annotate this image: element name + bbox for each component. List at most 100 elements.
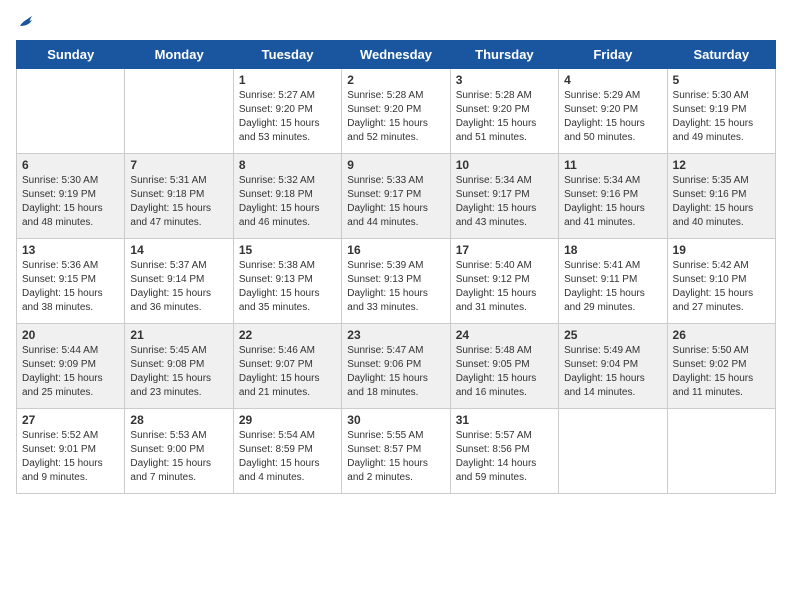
day-info: Sunrise: 5:27 AM Sunset: 9:20 PM Dayligh… <box>239 89 336 145</box>
calendar-day-cell: 26 Sunrise: 5:50 AM Sunset: 9:02 PM Dayli… <box>667 324 775 409</box>
calendar-week-row: 20 Sunrise: 5:44 AM Sunset: 9:09 PM Dayli… <box>17 324 776 409</box>
day-number: 2 <box>347 73 444 87</box>
day-number: 17 <box>456 243 553 257</box>
day-info: Sunrise: 5:47 AM Sunset: 9:06 PM Dayligh… <box>347 344 444 400</box>
calendar-day-cell: 27 Sunrise: 5:52 AM Sunset: 9:01 PM Dayli… <box>17 409 125 494</box>
page-header <box>16 16 776 30</box>
day-number: 28 <box>130 413 227 427</box>
calendar-header-wednesday: Wednesday <box>342 41 450 69</box>
calendar-week-row: 13Sunrise: 5:36 AM Sunset: 9:15 PM Dayli… <box>17 239 776 324</box>
day-number: 19 <box>673 243 770 257</box>
day-info: Sunrise: 5:48 AM Sunset: 9:05 PM Dayligh… <box>456 344 553 400</box>
calendar-day-cell: 15Sunrise: 5:38 AM Sunset: 9:13 PM Dayli… <box>233 239 341 324</box>
day-info: Sunrise: 5:45 AM Sunset: 9:08 PM Dayligh… <box>130 344 227 400</box>
calendar-header-tuesday: Tuesday <box>233 41 341 69</box>
calendar-day-cell: 3 Sunrise: 5:28 AM Sunset: 9:20 PM Daylig… <box>450 69 558 154</box>
day-number: 26 <box>673 328 770 342</box>
day-info: Sunrise: 5:38 AM Sunset: 9:13 PM Dayligh… <box>239 259 336 315</box>
calendar-day-cell: 31Sunrise: 5:57 AM Sunset: 8:56 PM Dayli… <box>450 409 558 494</box>
day-info: Sunrise: 5:39 AM Sunset: 9:13 PM Dayligh… <box>347 259 444 315</box>
calendar-header-saturday: Saturday <box>667 41 775 69</box>
day-info: Sunrise: 5:33 AM Sunset: 9:17 PM Dayligh… <box>347 174 444 230</box>
day-number: 9 <box>347 158 444 172</box>
day-number: 16 <box>347 243 444 257</box>
day-info: Sunrise: 5:35 AM Sunset: 9:16 PM Dayligh… <box>673 174 770 230</box>
calendar-day-cell: 14 Sunrise: 5:37 AM Sunset: 9:14 PM Dayli… <box>125 239 233 324</box>
calendar-day-cell: 29 Sunrise: 5:54 AM Sunset: 8:59 PM Dayli… <box>233 409 341 494</box>
day-number: 29 <box>239 413 336 427</box>
day-info: Sunrise: 5:42 AM Sunset: 9:10 PM Dayligh… <box>673 259 770 315</box>
day-info: Sunrise: 5:41 AM Sunset: 9:11 PM Dayligh… <box>564 259 661 315</box>
day-info: Sunrise: 5:31 AM Sunset: 9:18 PM Dayligh… <box>130 174 227 230</box>
calendar-week-row: 27 Sunrise: 5:52 AM Sunset: 9:01 PM Dayli… <box>17 409 776 494</box>
calendar-day-cell: 11 Sunrise: 5:34 AM Sunset: 9:16 PM Dayli… <box>559 154 667 239</box>
calendar-day-cell: 6 Sunrise: 5:30 AM Sunset: 9:19 PM Daylig… <box>17 154 125 239</box>
calendar-day-cell: 16 Sunrise: 5:39 AM Sunset: 9:13 PM Dayli… <box>342 239 450 324</box>
calendar-day-cell: 4 Sunrise: 5:29 AM Sunset: 9:20 PM Daylig… <box>559 69 667 154</box>
calendar-day-cell: 20 Sunrise: 5:44 AM Sunset: 9:09 PM Dayli… <box>17 324 125 409</box>
day-info: Sunrise: 5:34 AM Sunset: 9:16 PM Dayligh… <box>564 174 661 230</box>
calendar-header-row: SundayMondayTuesdayWednesdayThursdayFrid… <box>17 41 776 69</box>
day-info: Sunrise: 5:29 AM Sunset: 9:20 PM Dayligh… <box>564 89 661 145</box>
logo-bird-icon <box>18 14 36 28</box>
day-info: Sunrise: 5:28 AM Sunset: 9:20 PM Dayligh… <box>456 89 553 145</box>
day-number: 5 <box>673 73 770 87</box>
calendar-day-cell: 7 Sunrise: 5:31 AM Sunset: 9:18 PM Daylig… <box>125 154 233 239</box>
day-number: 14 <box>130 243 227 257</box>
calendar-week-row: 1 Sunrise: 5:27 AM Sunset: 9:20 PM Daylig… <box>17 69 776 154</box>
calendar-day-cell: 22 Sunrise: 5:46 AM Sunset: 9:07 PM Dayli… <box>233 324 341 409</box>
day-number: 18 <box>564 243 661 257</box>
calendar-day-cell <box>125 69 233 154</box>
day-info: Sunrise: 5:44 AM Sunset: 9:09 PM Dayligh… <box>22 344 119 400</box>
calendar-header-sunday: Sunday <box>17 41 125 69</box>
day-number: 7 <box>130 158 227 172</box>
day-info: Sunrise: 5:37 AM Sunset: 9:14 PM Dayligh… <box>130 259 227 315</box>
day-number: 22 <box>239 328 336 342</box>
calendar-day-cell: 21Sunrise: 5:45 AM Sunset: 9:08 PM Dayli… <box>125 324 233 409</box>
day-info: Sunrise: 5:40 AM Sunset: 9:12 PM Dayligh… <box>456 259 553 315</box>
calendar-day-cell: 23 Sunrise: 5:47 AM Sunset: 9:06 PM Dayli… <box>342 324 450 409</box>
day-info: Sunrise: 5:46 AM Sunset: 9:07 PM Dayligh… <box>239 344 336 400</box>
calendar-day-cell: 18 Sunrise: 5:41 AM Sunset: 9:11 PM Dayli… <box>559 239 667 324</box>
day-number: 4 <box>564 73 661 87</box>
calendar-day-cell <box>559 409 667 494</box>
day-number: 12 <box>673 158 770 172</box>
calendar-table: SundayMondayTuesdayWednesdayThursdayFrid… <box>16 40 776 494</box>
day-number: 10 <box>456 158 553 172</box>
day-info: Sunrise: 5:32 AM Sunset: 9:18 PM Dayligh… <box>239 174 336 230</box>
day-info: Sunrise: 5:49 AM Sunset: 9:04 PM Dayligh… <box>564 344 661 400</box>
calendar-day-cell: 13Sunrise: 5:36 AM Sunset: 9:15 PM Dayli… <box>17 239 125 324</box>
day-info: Sunrise: 5:52 AM Sunset: 9:01 PM Dayligh… <box>22 429 119 485</box>
calendar-day-cell: 5 Sunrise: 5:30 AM Sunset: 9:19 PM Daylig… <box>667 69 775 154</box>
calendar-day-cell: 30Sunrise: 5:55 AM Sunset: 8:57 PM Dayli… <box>342 409 450 494</box>
day-info: Sunrise: 5:30 AM Sunset: 9:19 PM Dayligh… <box>22 174 119 230</box>
day-number: 1 <box>239 73 336 87</box>
day-number: 23 <box>347 328 444 342</box>
day-number: 25 <box>564 328 661 342</box>
day-info: Sunrise: 5:54 AM Sunset: 8:59 PM Dayligh… <box>239 429 336 485</box>
day-info: Sunrise: 5:30 AM Sunset: 9:19 PM Dayligh… <box>673 89 770 145</box>
calendar-day-cell: 25 Sunrise: 5:49 AM Sunset: 9:04 PM Dayli… <box>559 324 667 409</box>
calendar-week-row: 6 Sunrise: 5:30 AM Sunset: 9:19 PM Daylig… <box>17 154 776 239</box>
day-info: Sunrise: 5:55 AM Sunset: 8:57 PM Dayligh… <box>347 429 444 485</box>
day-info: Sunrise: 5:28 AM Sunset: 9:20 PM Dayligh… <box>347 89 444 145</box>
day-number: 3 <box>456 73 553 87</box>
calendar-day-cell: 19 Sunrise: 5:42 AM Sunset: 9:10 PM Dayli… <box>667 239 775 324</box>
day-number: 27 <box>22 413 119 427</box>
calendar-day-cell <box>667 409 775 494</box>
day-number: 11 <box>564 158 661 172</box>
calendar-header-friday: Friday <box>559 41 667 69</box>
day-number: 6 <box>22 158 119 172</box>
calendar-header-thursday: Thursday <box>450 41 558 69</box>
day-number: 24 <box>456 328 553 342</box>
calendar-day-cell: 24 Sunrise: 5:48 AM Sunset: 9:05 PM Dayli… <box>450 324 558 409</box>
logo <box>16 16 36 30</box>
day-info: Sunrise: 5:53 AM Sunset: 9:00 PM Dayligh… <box>130 429 227 485</box>
calendar-day-cell: 2 Sunrise: 5:28 AM Sunset: 9:20 PM Daylig… <box>342 69 450 154</box>
calendar-day-cell: 12 Sunrise: 5:35 AM Sunset: 9:16 PM Dayli… <box>667 154 775 239</box>
day-info: Sunrise: 5:50 AM Sunset: 9:02 PM Dayligh… <box>673 344 770 400</box>
day-info: Sunrise: 5:57 AM Sunset: 8:56 PM Dayligh… <box>456 429 553 485</box>
day-number: 13 <box>22 243 119 257</box>
calendar-header-monday: Monday <box>125 41 233 69</box>
day-number: 20 <box>22 328 119 342</box>
